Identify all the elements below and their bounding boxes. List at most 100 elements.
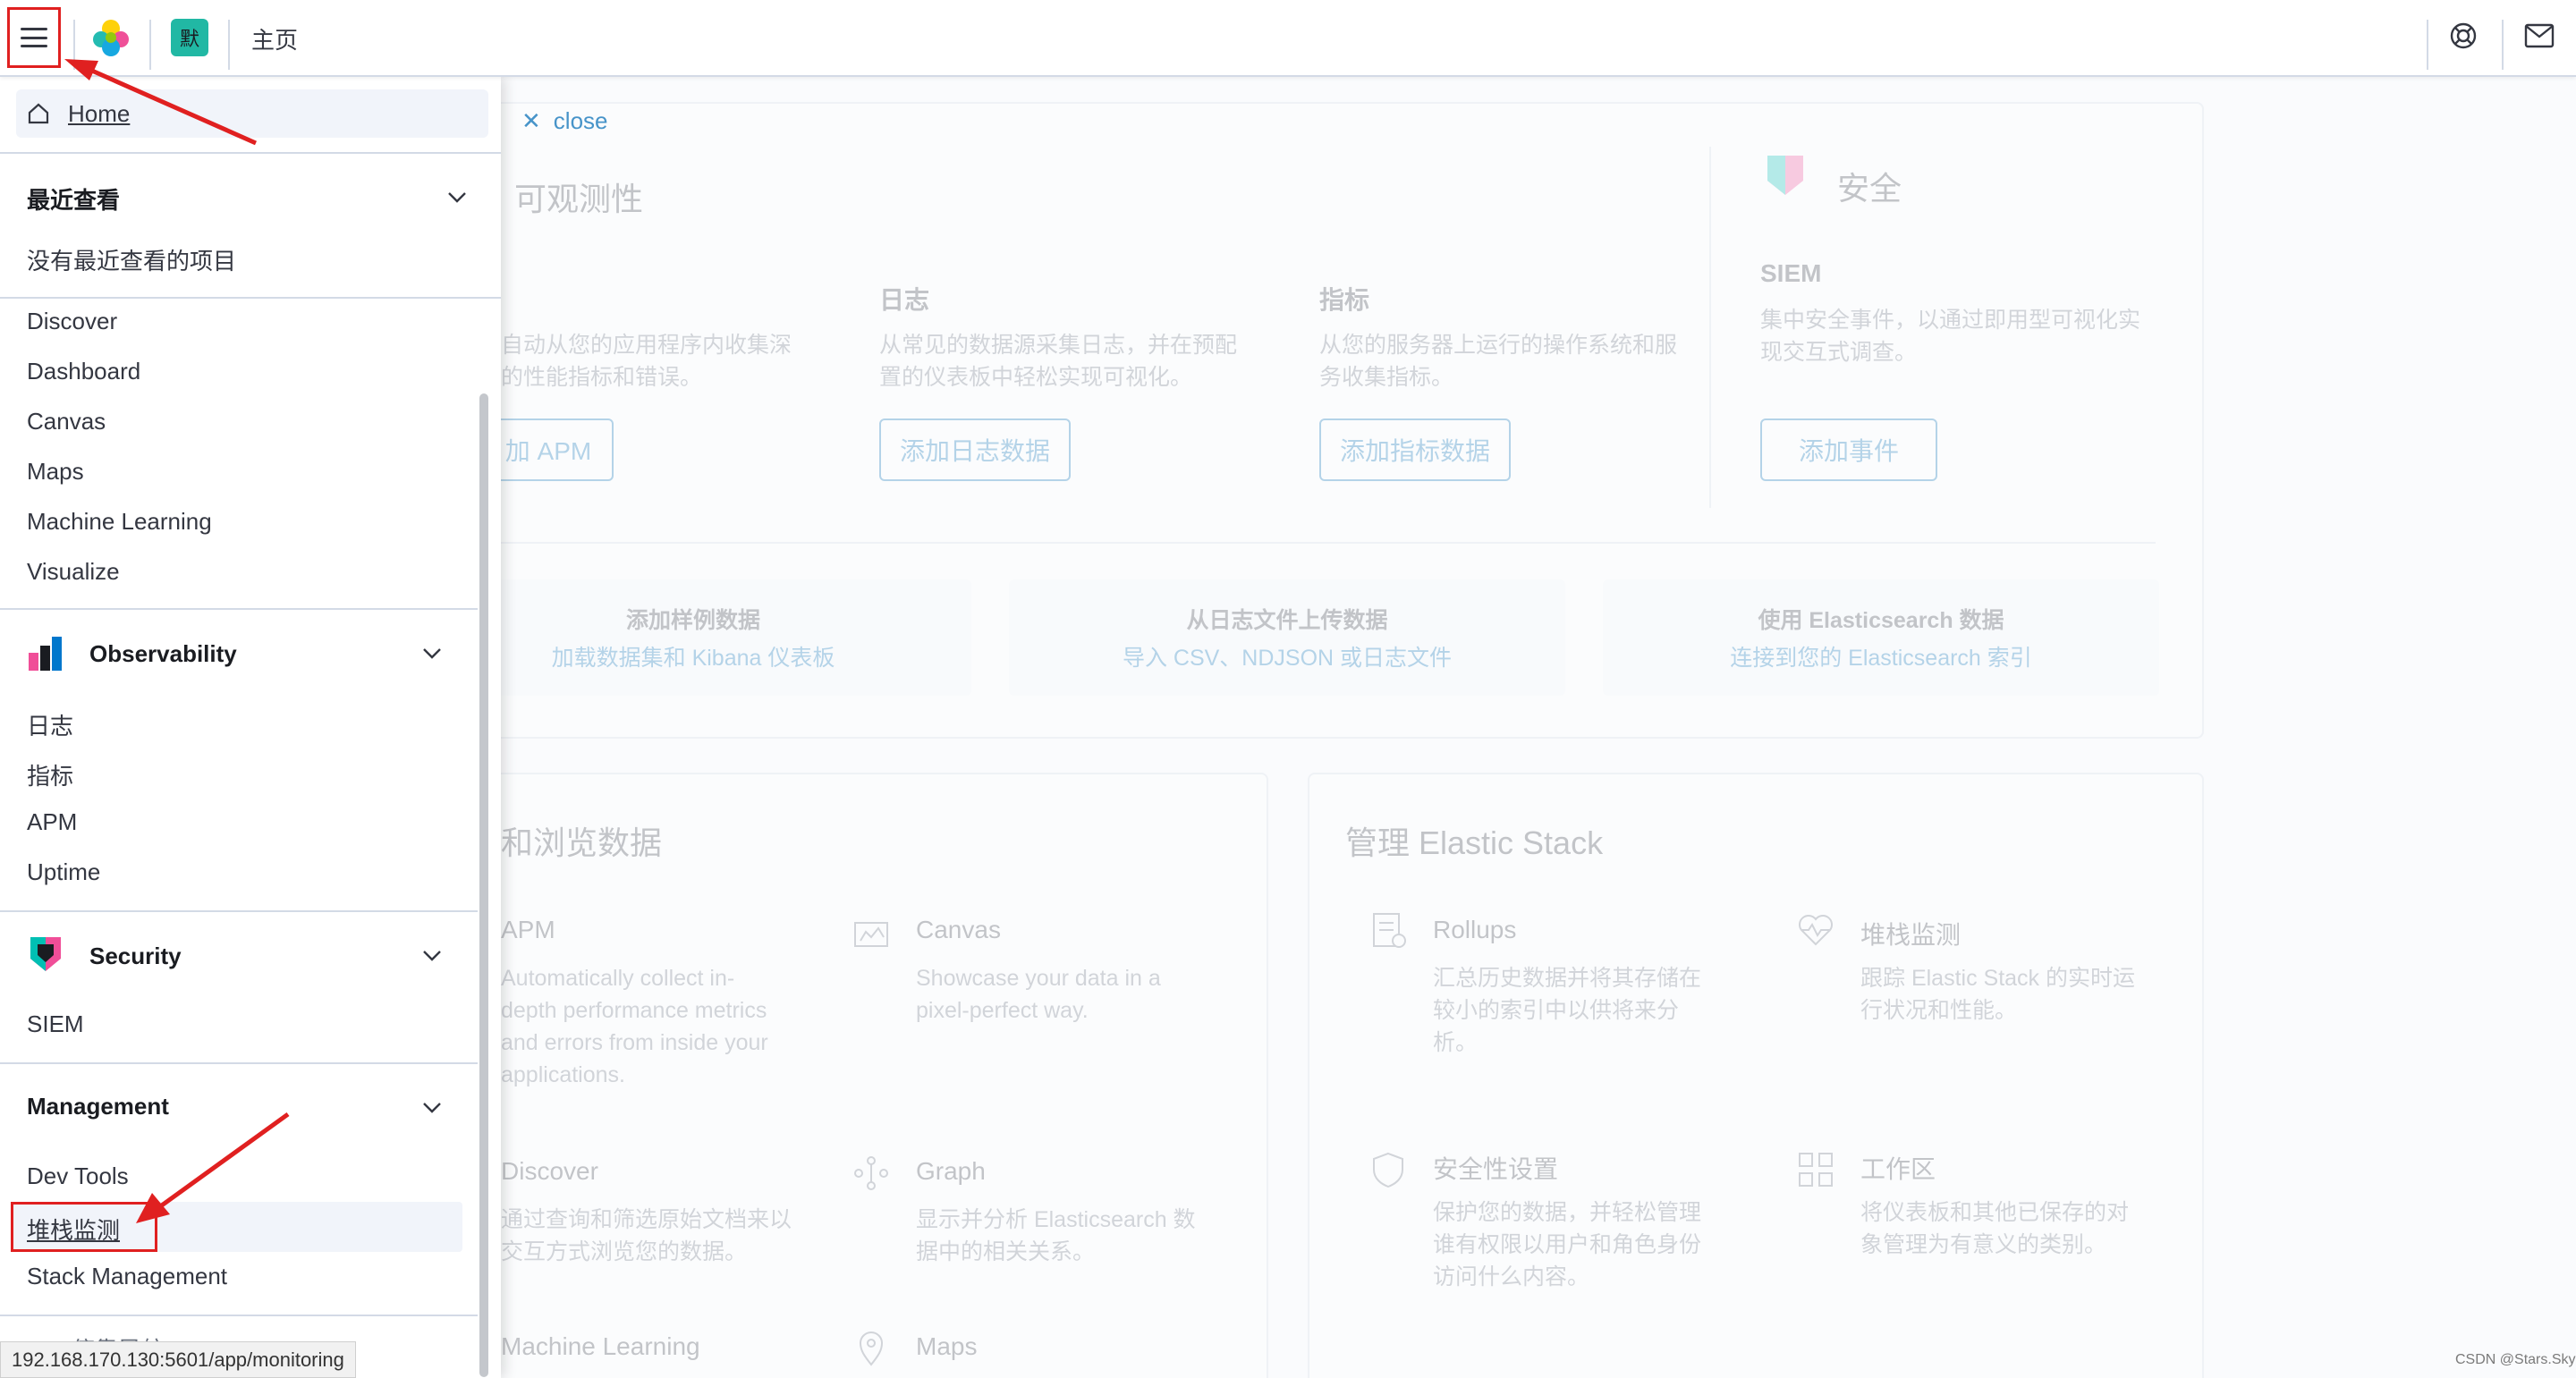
tile-monitoring-desc: 跟踪 Elastic Stack 的实时运 行状况和性能。 [1860,966,2135,1023]
security-icon [30,937,61,971]
sample-data-title: 添加样例数据 [625,608,760,633]
chevron-down-icon[interactable] [422,950,442,962]
add-logs-button[interactable]: 添加日志数据 [879,418,1071,481]
nav-link-uptime[interactable]: Uptime [27,858,100,886]
tile-monitoring-title[interactable]: 堆栈监测 [1860,916,1961,951]
nav-link-dev-tools[interactable]: Dev Tools [27,1162,129,1190]
nav-divider [0,910,478,912]
nav-scrollbar[interactable] [479,393,488,1377]
top-header: 默 主页 [0,0,2576,77]
upload-file-title: 从日志文件上传数据 [1186,608,1388,633]
nav-divider [0,152,501,154]
siem-title: SIEM [1760,259,1822,287]
tile-apm-desc: Automatically collect in- depth performa… [501,966,768,1087]
tile-canvas-title[interactable]: Canvas [916,916,1001,944]
tile-ml-title[interactable]: Machine Learning [501,1332,700,1361]
nav-divider [0,1315,478,1316]
breadcrumb: 主页 [251,27,299,54]
graph-icon [854,1156,888,1190]
nav-link-visualize[interactable]: Visualize [27,558,120,586]
browser-status-url: 192.168.170.130:5601/app/monitoring [0,1341,356,1378]
tile-security-settings-title[interactable]: 安全性设置 [1433,1150,1558,1186]
tile-canvas-desc: Showcase your data in a pixel-perfect wa… [916,966,1161,1023]
nav-link-stack-management[interactable]: Stack Management [27,1263,227,1290]
side-nav-flyout: Home 最近查看 没有最近查看的项目 Discover Dashboard C… [0,77,501,1378]
tile-discover-title[interactable]: Discover [501,1157,598,1186]
nav-link-discover[interactable]: Discover [27,308,117,335]
use-es-data-box[interactable]: 使用 Elasticsearch 数据 连接到您的 Elasticsearch … [1603,579,2159,696]
nav-link-machine-learning[interactable]: Machine Learning [27,508,212,536]
divider [1709,147,1711,508]
elastic-logo-icon[interactable] [91,18,131,57]
mail-icon[interactable] [2524,23,2555,48]
nav-link-dashboard[interactable]: Dashboard [27,358,140,385]
nav-link-canvas[interactable]: Canvas [27,408,106,435]
nav-link-stack-monitoring[interactable]: 堆栈监测 [27,1213,120,1246]
add-events-button[interactable]: 添加事件 [1760,418,1937,481]
observability-title: 可观测性 [514,181,644,217]
heartbeat-icon [1799,915,1833,946]
tile-graph-desc: 显示并分析 Elasticsearch 数 据中的相关关系。 [916,1207,1196,1264]
security-title: 安全 [1837,170,1902,207]
nav-link-logs[interactable]: 日志 [27,708,73,741]
management-group-title[interactable]: Management [27,1093,169,1120]
observability-group-title[interactable]: Observability [89,640,237,668]
add-metrics-button[interactable]: 添加指标数据 [1319,418,1511,481]
tile-graph-title[interactable]: Graph [916,1157,986,1186]
tile-workspaces-desc: 将仪表板和其他已保存的对 象管理为有意义的类别。 [1860,1200,2130,1257]
sample-data-desc: 加载数据集和 Kibana 仪表板 [551,646,835,671]
help-lifebuoy-icon[interactable] [2449,21,2478,50]
nav-link-maps[interactable]: Maps [27,458,84,486]
header-divider [73,20,75,70]
hamburger-menu-icon [21,28,47,47]
metrics-desc: 从您的服务器上运行的操作系统和服 务收集指标。 [1319,333,1678,390]
space-avatar[interactable]: 默 [171,19,208,56]
apm-desc: 自动从您的应用程序内收集深 的性能指标和错误。 [501,333,792,390]
security-app-icon [1767,156,1803,195]
home-icon [28,103,49,124]
tile-maps-title[interactable]: Maps [916,1332,977,1361]
add-apm-button[interactable]: 加 APM [483,418,614,481]
security-group-title[interactable]: Security [89,943,182,970]
security-shield-icon [1373,1152,1403,1188]
metrics-title: 指标 [1319,286,1370,314]
recent-group-title[interactable]: 最近查看 [27,182,120,216]
use-es-data-title: 使用 Elasticsearch 数据 [1758,608,2004,633]
rollups-icon [1373,913,1406,948]
upload-file-desc: 导入 CSV、NDJSON 或日志文件 [1122,646,1453,671]
maps-icon [859,1332,884,1366]
siem-desc: 集中安全事件，以通过即用型可视化实 现交互式调查。 [1760,308,2141,365]
chevron-down-icon[interactable] [422,1102,442,1114]
recent-empty-note: 没有最近查看的项目 [27,248,237,275]
header-divider [228,20,230,70]
chevron-down-icon[interactable] [447,191,467,204]
chevron-down-icon[interactable] [422,647,442,660]
watermark: CSDN @Stars.Sky [2455,1352,2576,1367]
tile-workspaces-title[interactable]: 工作区 [1860,1150,1936,1186]
logs-desc: 从常见的数据源采集日志，并在预配 置的仪表板中轻松实现可视化。 [879,333,1238,390]
nav-home[interactable]: Home [16,89,488,138]
nav-link-siem[interactable]: SIEM [27,1010,84,1038]
nav-divider [0,1062,478,1064]
upload-file-box[interactable]: 从日志文件上传数据 导入 CSV、NDJSON 或日志文件 [1009,579,1565,696]
nav-divider [0,297,501,299]
tile-apm-title[interactable]: APM [501,916,555,944]
tile-discover-desc: 通过查询和筛选原始文档来以 交互方式浏览您的数据。 [501,1207,792,1264]
header-divider [2502,20,2504,70]
manage-stack-title: 管理 Elastic Stack [1345,824,1604,861]
nav-link-metrics[interactable]: 指标 [27,758,73,791]
workspaces-icon [1799,1153,1833,1187]
menu-toggle-button[interactable] [7,7,61,68]
tile-rollups-title[interactable]: Rollups [1433,916,1516,944]
divider [501,542,2156,544]
nav-home-label: Home [68,99,131,127]
explore-data-title: 和浏览数据 [501,824,663,861]
logs-title: 日志 [879,286,930,314]
header-divider [149,20,151,70]
nav-link-apm[interactable]: APM [27,808,77,836]
tile-security-settings-desc: 保护您的数据，并轻松管理 谁有权限以用户和角色身份 访问什么内容。 [1433,1200,1702,1289]
tile-rollups-desc: 汇总历史数据并将其存储在 较小的索引中以供将来分 析。 [1433,966,1702,1055]
canvas-icon [854,922,888,947]
use-es-data-desc: 连接到您的 Elasticsearch 索引 [1730,646,2032,671]
header-divider [2427,20,2428,70]
